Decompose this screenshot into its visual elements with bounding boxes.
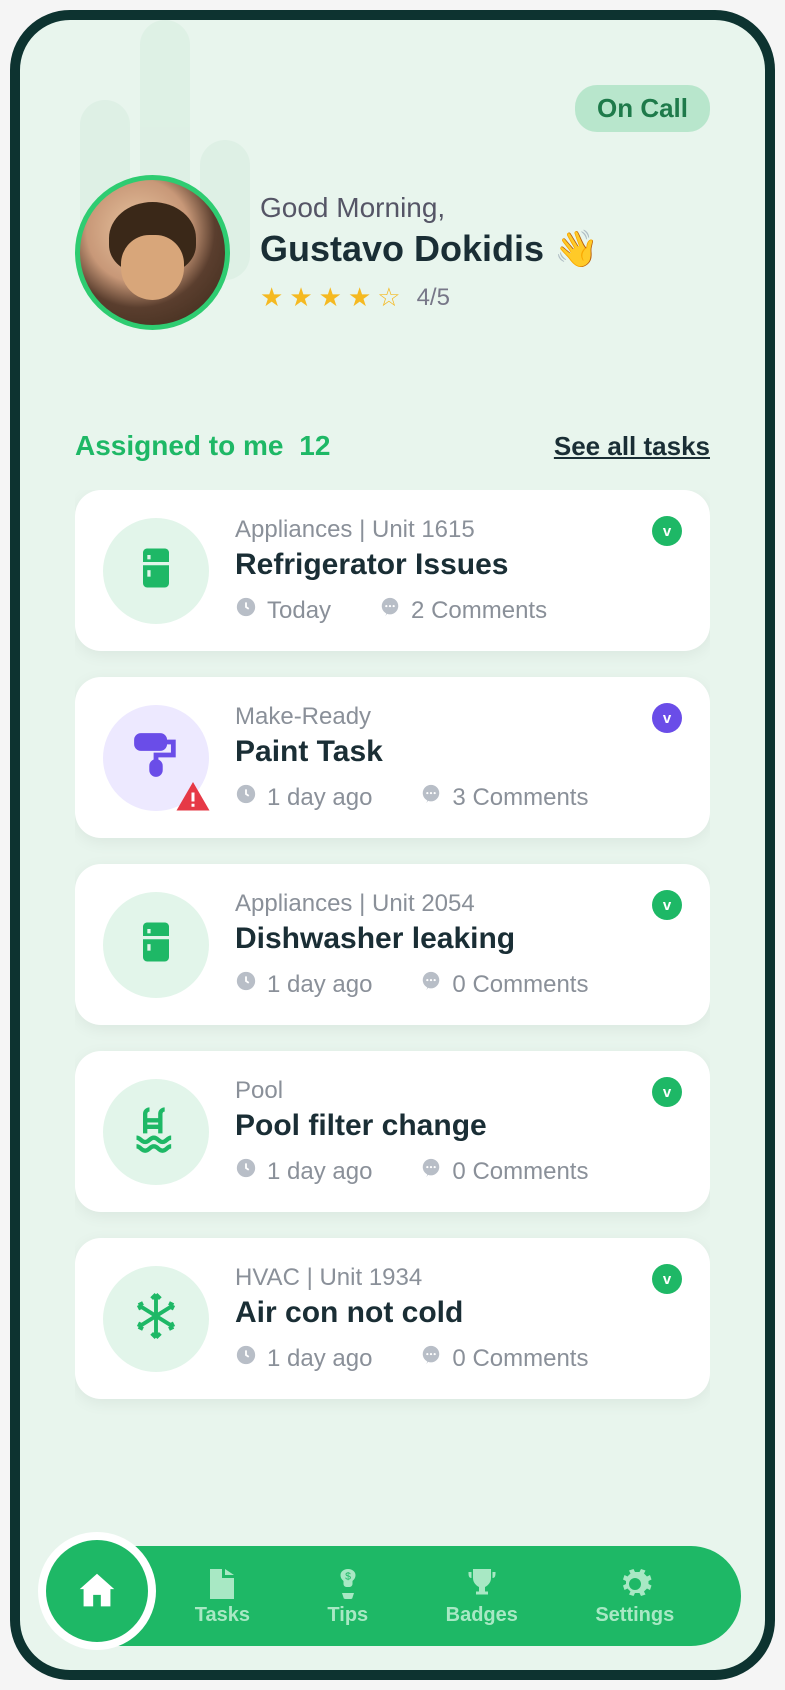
task-card[interactable]: Make-Ready Paint Task 1 day ago 3 Comments v [75,677,710,838]
status-dot: v [652,890,682,920]
task-category: Make-Ready [235,703,682,731]
task-time: 1 day ago [235,1157,372,1186]
task-category: Appliances | Unit 1615 [235,516,682,544]
paint-icon [130,729,182,786]
status-dot: v [652,516,682,546]
rating: ★ ★ ★ ★ ☆ 4/5 [260,282,599,313]
task-title: Pool filter change [235,1109,682,1143]
clock-icon [235,1157,257,1186]
task-time: 1 day ago [235,970,372,999]
task-body: Appliances | Unit 1615 Refrigerator Issue… [235,516,682,625]
tasks-icon [204,1566,240,1602]
wave-emoji: 👋 [554,228,599,269]
status-dot: v [652,1077,682,1107]
task-comments: 0 Comments [420,970,588,999]
task-card[interactable]: Appliances | Unit 2054 Dishwasher leaking… [75,864,710,1025]
fridge-icon [130,542,182,599]
task-comments: 3 Comments [420,783,588,812]
task-body: Appliances | Unit 2054 Dishwasher leaking… [235,890,682,999]
task-time: 1 day ago [235,783,372,812]
nav-tasks[interactable]: Tasks [195,1566,250,1627]
task-icon-wrap [103,518,209,624]
star-icon: ★ [260,282,283,313]
chat-icon [420,1344,442,1373]
star-icon: ★ [289,282,312,313]
chat-icon [420,783,442,812]
svg-text:$: $ [345,1570,351,1582]
task-title: Refrigerator Issues [235,548,682,582]
clock-icon [235,1344,257,1373]
task-meta: 1 day ago 0 Comments [235,1157,682,1186]
star-icon: ★ [348,282,371,313]
star-icon: ★ [319,282,342,313]
task-icon-wrap [103,1079,209,1185]
chat-icon [420,970,442,999]
task-meta: 1 day ago 3 Comments [235,783,682,812]
chat-icon [420,1157,442,1186]
rating-text: 4/5 [417,284,450,312]
task-comments: 2 Comments [379,596,547,625]
bottom-nav: Tasks $ Tips Badges Settings [44,1546,741,1646]
status-dot: v [652,703,682,733]
home-icon [74,1568,120,1614]
user-name: Gustavo Dokidis 👋 [260,228,599,270]
clock-icon [235,783,257,812]
task-body: HVAC | Unit 1934 Air con not cold 1 day ag… [235,1264,682,1373]
task-card[interactable]: HVAC | Unit 1934 Air con not cold 1 day ag… [75,1238,710,1399]
star-outline-icon: ☆ [377,282,400,313]
task-title: Paint Task [235,735,682,769]
greeting-block: Good Morning, Gustavo Dokidis 👋 ★ ★ ★ ★ … [260,192,599,313]
nav-home-button[interactable] [38,1532,156,1650]
task-icon-wrap [103,892,209,998]
chat-icon [379,596,401,625]
section-header: Assigned to me 12 See all tasks [75,430,710,462]
fridge-icon [130,916,182,973]
alert-icon [173,779,213,815]
assigned-heading: Assigned to me 12 [75,430,330,462]
clock-icon [235,596,257,625]
task-meta: 1 day ago 0 Comments [235,1344,682,1373]
nav-items: Tasks $ Tips Badges Settings [156,1566,713,1627]
app-screen: On Call Good Morning, Gustavo Dokidis 👋 … [10,10,775,1680]
task-body: Make-Ready Paint Task 1 day ago 3 Comments [235,703,682,812]
profile-header: Good Morning, Gustavo Dokidis 👋 ★ ★ ★ ★ … [75,175,599,330]
task-meta: 1 day ago 0 Comments [235,970,682,999]
status-dot: v [652,1264,682,1294]
task-icon-wrap [103,705,209,811]
nav-badges[interactable]: Badges [446,1566,518,1627]
task-category: Pool [235,1077,682,1105]
task-list[interactable]: Appliances | Unit 1615 Refrigerator Issue… [75,490,710,1540]
task-meta: Today 2 Comments [235,596,682,625]
task-card[interactable]: Appliances | Unit 1615 Refrigerator Issue… [75,490,710,651]
task-category: HVAC | Unit 1934 [235,1264,682,1292]
task-time: 1 day ago [235,1344,372,1373]
task-category: Appliances | Unit 2054 [235,890,682,918]
hvac-icon [130,1290,182,1347]
status-badge[interactable]: On Call [575,85,710,132]
pool-icon [130,1103,182,1160]
task-card[interactable]: Pool Pool filter change 1 day ago 0 Comment… [75,1051,710,1212]
task-title: Air con not cold [235,1296,682,1330]
avatar[interactable] [75,175,230,330]
task-icon-wrap [103,1266,209,1372]
greeting-prefix: Good Morning, [260,192,599,224]
see-all-link[interactable]: See all tasks [554,431,710,462]
nav-settings[interactable]: Settings [595,1566,674,1627]
tips-icon: $ [330,1566,366,1602]
task-body: Pool Pool filter change 1 day ago 0 Comment… [235,1077,682,1186]
badges-icon [464,1566,500,1602]
task-comments: 0 Comments [420,1344,588,1373]
task-comments: 0 Comments [420,1157,588,1186]
nav-tips[interactable]: $ Tips [327,1566,368,1627]
task-time: Today [235,596,331,625]
clock-icon [235,970,257,999]
assigned-count: 12 [299,430,330,461]
settings-icon [617,1566,653,1602]
task-title: Dishwasher leaking [235,922,682,956]
